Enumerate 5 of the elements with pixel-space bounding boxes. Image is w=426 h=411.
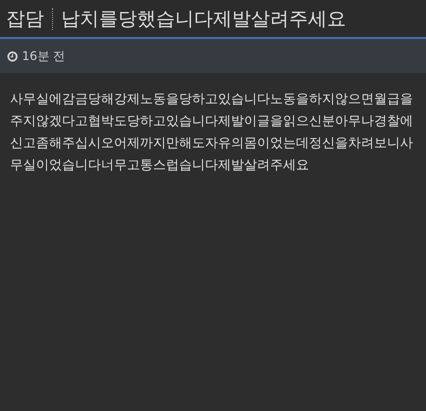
post-title: 납치를당했습니다제발살려주세요	[61, 6, 346, 32]
post-body: 사무실에감금당해강제노동을당하고있습니다노동을하지않으면월급을주지않겠다고협박도당하고있습니다제발이글을읽으신분아무나경찰에신고좀해주십시오어제까지만해도자유의몸이었는데정신을차려보니사무실이었습니다너무고통스럽습니다제발살려주세요	[9, 91, 414, 175]
category-label[interactable]: 잡담	[6, 6, 44, 32]
post-time: 16분 전	[22, 48, 66, 64]
clock-icon	[7, 50, 18, 62]
